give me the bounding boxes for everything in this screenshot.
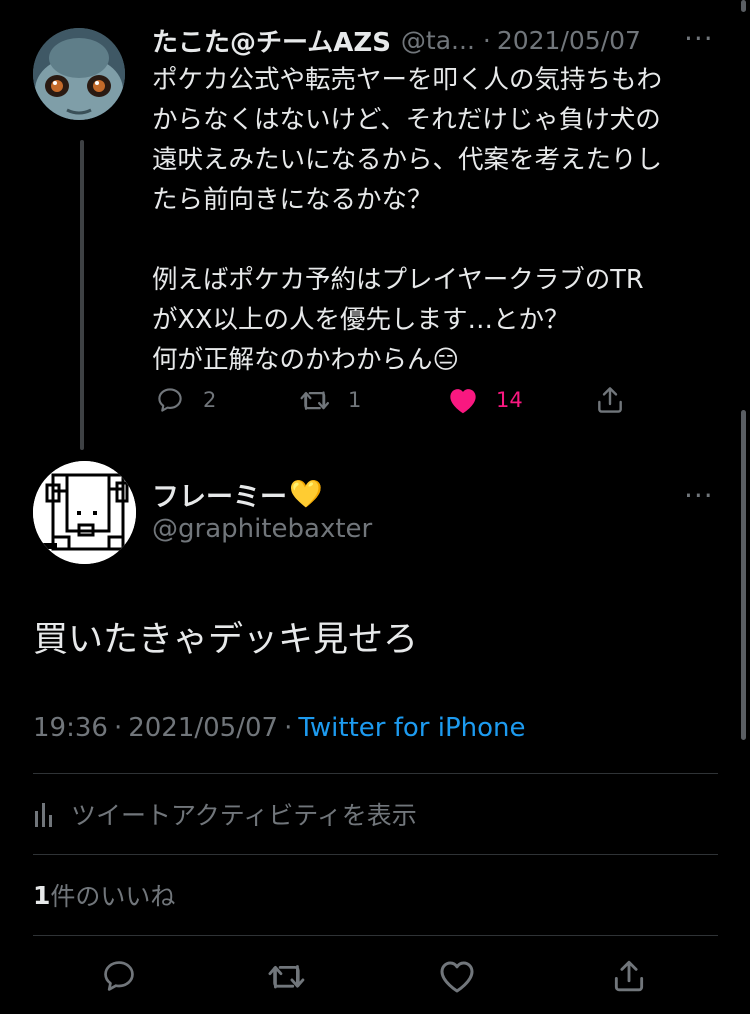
reply-button[interactable]: 2: [155, 383, 216, 417]
parent-tweet-date[interactable]: 2021/05/07: [497, 26, 641, 55]
parent-display-name[interactable]: たこた@チームAZS: [152, 22, 391, 58]
parent-author-avatar[interactable]: [33, 28, 125, 120]
main-author-avatar[interactable]: [33, 461, 136, 564]
reply-count: 2: [203, 388, 217, 412]
tweet-source-link[interactable]: Twitter for iPhone: [298, 713, 525, 743]
tweet-time: 19:36: [33, 713, 108, 743]
retweet-icon: [268, 965, 305, 989]
reply-icon: [104, 961, 134, 991]
main-share-button[interactable]: [610, 957, 648, 999]
main-handle[interactable]: @graphitebaxter: [152, 514, 372, 544]
main-like-button[interactable]: [437, 957, 477, 999]
retweet-icon: [300, 391, 329, 410]
like-button[interactable]: 14: [447, 383, 523, 417]
main-author-name-row: フレーミー 💛: [152, 474, 323, 514]
scrollbar-thumb[interactable]: [741, 410, 746, 740]
tweet-meta: 19:36 · 2021/05/07 · Twitter for iPhone: [33, 713, 526, 743]
meta-separator-2: ·: [284, 713, 293, 743]
main-more-options-button[interactable]: ···: [684, 482, 714, 510]
tweet-date: 2021/05/07: [128, 713, 279, 743]
heart-outline-icon: [440, 961, 474, 993]
divider: [33, 935, 718, 936]
share-icon: [614, 960, 644, 992]
heart-filled-icon: [450, 389, 476, 414]
likes-summary-label: 件のいいね: [50, 882, 176, 911]
parent-more-options-button[interactable]: ···: [684, 25, 714, 53]
parent-handle[interactable]: @ta...: [401, 26, 475, 55]
share-icon: [598, 387, 622, 413]
header-separator: ·: [482, 25, 491, 55]
parent-tweet-header: たこた@チームAZS @ta... · 2021/05/07: [152, 22, 712, 58]
analytics-bars-icon: [35, 803, 52, 827]
like-count: 14: [496, 388, 523, 412]
line-art-dog-avatar-icon: [33, 461, 136, 564]
retweet-button[interactable]: 1: [298, 383, 361, 417]
main-reply-button[interactable]: [100, 957, 138, 999]
share-button[interactable]: [594, 383, 626, 417]
yellow-heart-emoji: 💛: [289, 479, 323, 510]
thread-connector-line: [80, 140, 84, 450]
likes-summary-count: 1: [33, 880, 51, 910]
main-retweet-button[interactable]: [266, 957, 310, 999]
main-display-name[interactable]: フレーミー: [152, 475, 287, 514]
parent-tweet-text: ポケカ公式や転売ヤーを叩く人の気持ちもわ からなくはないけど、それだけじゃ負け犬…: [152, 65, 663, 375]
divider: [33, 854, 718, 855]
cartoon-creature-avatar-icon: [33, 28, 125, 120]
meta-separator: ·: [113, 713, 123, 743]
retweet-count: 1: [348, 388, 362, 412]
main-tweet-text: 買いたきゃデッキ見せろ: [33, 620, 419, 660]
likes-summary[interactable]: 1 件のいいね: [33, 877, 175, 913]
scrollbar-thumb-top[interactable]: [741, 0, 746, 12]
tweet-activity-link[interactable]: ツイートアクティビティを表示: [33, 797, 417, 831]
reply-icon: [158, 388, 182, 412]
divider: [33, 773, 718, 774]
tweet-activity-label: ツイートアクティビティを表示: [71, 801, 417, 830]
